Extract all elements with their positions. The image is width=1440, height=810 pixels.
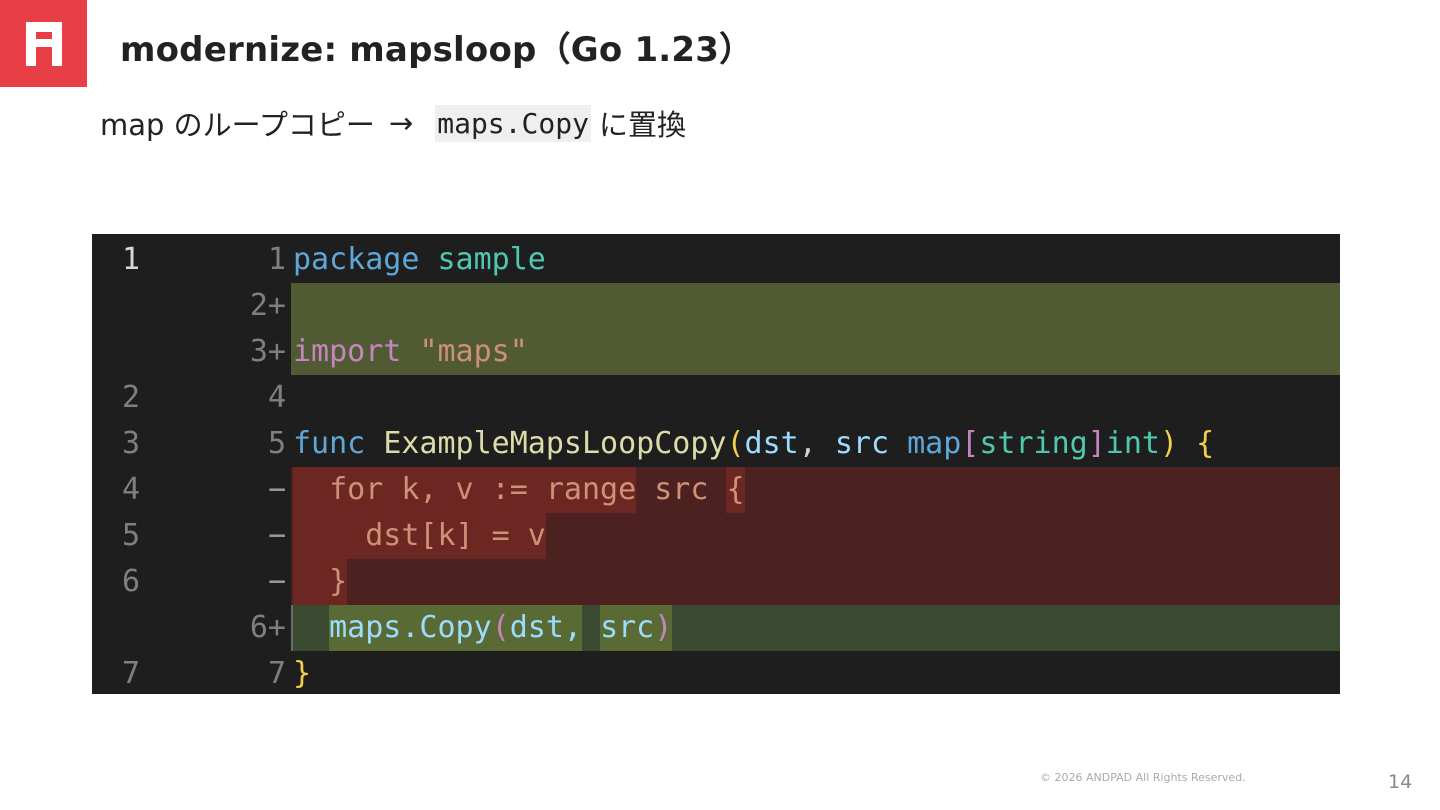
new-line-number: 5 — [267, 426, 286, 461]
diff-row-add-soft: 6+ maps.Copy(dst, src) — [92, 605, 1340, 651]
diff-row-del: 4 − for k, v := range src { — [92, 467, 1340, 513]
new-line-number: 1 — [267, 242, 286, 277]
code-diff-panel: 1 1 package sample 2+ 3+ import "maps" 2 4 3 5 fun… — [92, 234, 1340, 694]
diff-row-add: 2+ — [92, 283, 1340, 329]
old-line-number: 7 — [122, 656, 141, 691]
code-token: int — [1105, 426, 1160, 461]
old-line-number: 1 — [122, 242, 141, 277]
code-token: ) — [654, 605, 673, 651]
code-token: src — [834, 426, 890, 461]
old-line-number: 6 — [122, 564, 141, 599]
subtitle-code: maps.Copy — [435, 104, 591, 142]
code-token: maps.Copy — [329, 605, 492, 651]
diff-row-context: 1 1 package sample — [92, 237, 1340, 283]
slide-title: modernize: mapsloop（Go 1.23） — [120, 30, 754, 70]
old-line-number: 2 — [122, 380, 141, 415]
diff-row-context: 7 7} — [92, 651, 1340, 697]
new-line-number: 2+ — [249, 288, 286, 323]
old-line-number: 5 — [122, 518, 141, 553]
code-line: dst[k] = v — [293, 513, 546, 559]
code-token: { — [1196, 426, 1215, 461]
code-line: maps.Copy(dst, src) — [293, 605, 673, 651]
diff-row-del: 6 − } — [92, 559, 1340, 605]
arrow-icon: → — [388, 106, 414, 140]
code-token: "maps" — [419, 334, 528, 369]
code-line: } — [293, 651, 311, 697]
code-token: dst[k] = v — [293, 513, 546, 559]
code-token: dst, — [509, 605, 582, 651]
code-line: } — [293, 559, 348, 605]
code-line: func ExampleMapsLoopCopy(dst, src map[st… — [293, 421, 1214, 467]
code-token: , — [798, 426, 835, 461]
new-line-number: 4 — [267, 380, 286, 415]
code-token: [ — [961, 426, 980, 461]
code-line: import "maps" — [293, 329, 528, 375]
removed-marker: − — [267, 472, 286, 507]
code-token: for k, v := range — [329, 467, 637, 513]
code-token: ( — [726, 426, 745, 461]
new-line-number: 7 — [267, 656, 286, 691]
code-token: package — [293, 242, 420, 277]
code-token: ] — [1087, 426, 1106, 461]
old-line-number: 3 — [122, 426, 141, 461]
removed-marker: − — [267, 518, 286, 553]
diff-row-del: 5 − dst[k] = v — [92, 513, 1340, 559]
code-token: string — [979, 426, 1088, 461]
code-token: ) — [1159, 426, 1179, 461]
new-line-number: 6+ — [249, 610, 286, 645]
code-token: import — [293, 334, 402, 369]
andpad-logo-icon — [26, 22, 62, 66]
code-token: ( — [491, 605, 510, 651]
diff-row-background — [291, 559, 1340, 605]
code-token — [293, 467, 330, 513]
page-number: 14 — [1388, 771, 1413, 793]
old-line-number: 4 — [122, 472, 141, 507]
code-line: package sample — [293, 237, 546, 283]
andpad-logo — [0, 0, 87, 87]
diff-row-background — [291, 283, 1340, 329]
code-token: } — [293, 559, 348, 605]
code-token: dst — [744, 426, 799, 461]
code-line: for k, v := range src { — [293, 467, 745, 513]
code-token: map — [907, 426, 962, 461]
removed-marker: − — [267, 564, 286, 599]
code-token: func — [293, 426, 366, 461]
diff-row-add: 3+ import "maps" — [92, 329, 1340, 375]
slide-subtitle: map のループコピー → maps.Copy に置換 — [100, 100, 686, 146]
diff-row-context: 24 — [92, 375, 1340, 421]
new-line-number: 3+ — [249, 334, 286, 369]
diff-row-context: 3 5 func ExampleMapsLoopCopy(dst, src map[… — [92, 421, 1340, 467]
code-token: src — [600, 605, 655, 651]
copyright-footer: © 2026 ANDPAD All Rights Reserved. — [1040, 771, 1246, 784]
subtitle-suffix: に置換 — [598, 108, 686, 142]
code-token: src — [636, 472, 727, 507]
subtitle-prefix: map のループコピー — [100, 108, 375, 142]
code-token: sample — [437, 242, 546, 277]
code-token: { — [726, 467, 745, 513]
code-token: ExampleMapsLoopCopy — [383, 426, 727, 461]
code-token: } — [293, 656, 312, 691]
